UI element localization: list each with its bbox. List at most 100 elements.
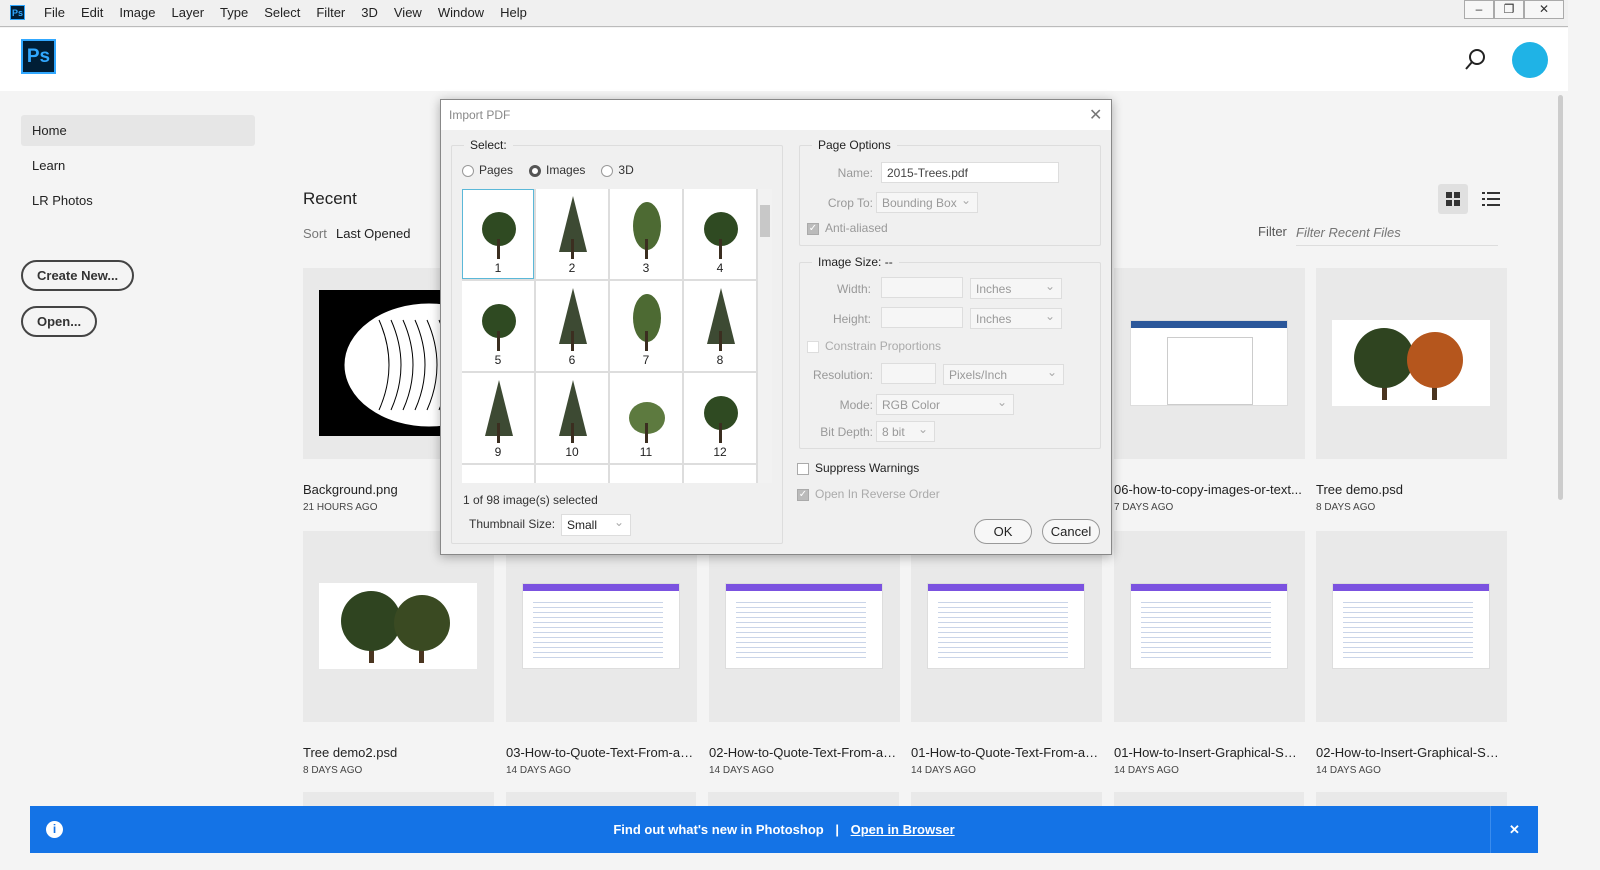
recent-file-card[interactable]: 02-How-to-Quote-Text-From-an... 14 DAYS A… [709,531,900,776]
crop-to-select[interactable]: Bounding Box [876,192,978,213]
file-thumbnail[interactable] [1316,268,1507,459]
file-date: 14 DAYS AGO [709,765,774,776]
width-field[interactable] [881,277,963,298]
file-date: 14 DAYS AGO [1316,765,1381,776]
open-button[interactable]: Open... [21,306,98,337]
sidebar-item-learn[interactable]: Learn [21,150,255,181]
menu-help[interactable]: Help [492,5,535,20]
recent-file-card[interactable]: 06-how-to-copy-images-or-text... 7 DAYS A… [1114,268,1305,513]
pdf-image-thumbnail[interactable] [462,465,534,483]
pdf-image-thumbnail[interactable]: 7 [610,281,682,371]
sidebar-item-lr-photos[interactable]: LR Photos [21,185,255,216]
open-in-browser-link[interactable]: Open in Browser [851,822,955,837]
name-field[interactable]: 2015-Trees.pdf [881,162,1059,183]
recent-file-card[interactable] [1316,792,1508,806]
tree-image [633,202,661,259]
dialog-close-icon[interactable]: ✕ [1089,105,1102,125]
menu-file[interactable]: File [36,5,73,20]
pdf-image-thumbnail[interactable]: 12 [684,373,756,463]
pdf-image-thumbnail[interactable]: 1 [462,189,534,279]
constrain-proportions-checkbox[interactable]: Constrain Proportions [807,339,941,353]
pdf-image-thumbnail[interactable]: 2 [536,189,608,279]
radio-images[interactable]: Images [529,163,585,177]
height-unit-select[interactable]: Inches [970,308,1062,329]
recent-file-card[interactable]: Tree demo2.psd 8 DAYS AGO [303,531,494,776]
grid-view-button[interactable] [1438,184,1468,214]
width-unit-select[interactable]: Inches [970,278,1062,299]
open-reverse-order-checkbox[interactable]: ✓ Open In Reverse Order [797,487,940,501]
scrollbar-thumb[interactable] [760,205,770,237]
recent-file-card[interactable]: Tree demo.psd 8 DAYS AGO [1316,268,1507,513]
page-scrollbar[interactable] [1558,95,1563,500]
recent-file-card[interactable] [708,792,900,806]
avatar[interactable] [1512,42,1548,78]
menu-layer[interactable]: Layer [164,5,213,20]
radio-pages[interactable]: Pages [462,163,513,177]
thumbnail-number: 6 [568,353,576,367]
search-icon[interactable] [1464,48,1488,72]
pdf-image-thumbnail[interactable] [610,465,682,483]
menu-filter[interactable]: Filter [308,5,353,20]
pdf-image-thumbnail[interactable]: 11 [610,373,682,463]
file-thumbnail[interactable] [506,531,697,722]
tree-image [629,402,665,443]
menu-window[interactable]: Window [430,5,492,20]
resolution-field[interactable] [881,363,936,384]
menu-edit[interactable]: Edit [73,5,111,20]
thumbnail-scrollbar[interactable] [758,189,772,483]
restore-button[interactable]: ❐ [1494,0,1524,19]
ok-button[interactable]: OK [974,519,1032,544]
menu-image[interactable]: Image [111,5,163,20]
close-window-button[interactable]: ✕ [1524,0,1564,19]
file-date: 14 DAYS AGO [911,765,976,776]
sort-dropdown[interactable]: Last Opened [336,226,410,241]
menu-type[interactable]: Type [212,5,256,20]
grid-icon [1446,192,1460,206]
file-thumbnail[interactable] [911,531,1102,722]
pdf-image-thumbnail[interactable]: 10 [536,373,608,463]
minimize-button[interactable]: – [1464,0,1494,19]
menu-select[interactable]: Select [256,5,308,20]
file-thumbnail[interactable] [303,531,494,722]
pdf-image-thumbnail[interactable] [684,465,756,483]
bit-depth-select[interactable]: 8 bit [876,421,935,442]
menu-view[interactable]: View [386,5,430,20]
cancel-button[interactable]: Cancel [1042,519,1100,544]
file-thumbnail[interactable] [709,531,900,722]
sidebar-item-home[interactable]: Home [21,115,255,146]
thumbnail-size-label: Thumbnail Size: [469,517,556,531]
filter-input[interactable] [1296,220,1498,246]
recent-file-card[interactable] [505,792,697,806]
file-thumbnail[interactable] [1114,531,1305,722]
resolution-unit-select[interactable]: Pixels/Inch [943,364,1064,385]
pdf-image-thumbnail[interactable]: 5 [462,281,534,371]
pdf-image-thumbnail[interactable]: 9 [462,373,534,463]
recent-file-card[interactable]: 01-How-to-Quote-Text-From-an... 14 DAYS A… [911,531,1102,776]
tree-image [704,396,738,443]
pdf-image-thumbnail[interactable]: 4 [684,189,756,279]
recent-file-card[interactable]: 01-How-to-Insert-Graphical-Smil... 14 DAY… [1114,531,1305,776]
pdf-image-thumbnail[interactable]: 6 [536,281,608,371]
pdf-image-thumbnail[interactable]: 8 [684,281,756,371]
height-field[interactable] [881,307,963,328]
recent-file-card[interactable] [303,792,494,806]
banner-close-icon[interactable]: ✕ [1490,806,1538,853]
file-thumbnail[interactable] [1316,531,1507,722]
anti-aliased-checkbox[interactable]: ✓ Anti-aliased [807,221,888,235]
pdf-image-thumbnail[interactable]: 3 [610,189,682,279]
recent-file-card[interactable]: 03-How-to-Quote-Text-From-an... 14 DAYS A… [506,531,697,776]
list-view-icon[interactable] [1480,189,1502,209]
recent-file-card[interactable] [911,792,1102,806]
mode-select[interactable]: RGB Color [876,394,1014,415]
import-pdf-dialog: Import PDF ✕ Select: Pages Images 3D 123… [440,99,1112,555]
recent-file-card[interactable] [1113,792,1305,806]
pdf-image-thumbnail[interactable] [536,465,608,483]
menu-3d[interactable]: 3D [353,5,386,20]
suppress-warnings-checkbox[interactable]: Suppress Warnings [797,461,919,475]
create-new-button[interactable]: Create New... [21,260,135,291]
radio-3d[interactable]: 3D [601,163,634,177]
file-thumbnail[interactable] [1114,268,1305,459]
recent-file-card[interactable]: 02-How-to-Insert-Graphical-Smi... 14 DAYS… [1316,531,1507,776]
thumbnail-size-select[interactable]: Small [561,514,631,536]
whats-new-banner: i Find out what's new in Photoshop | Ope… [30,806,1538,853]
